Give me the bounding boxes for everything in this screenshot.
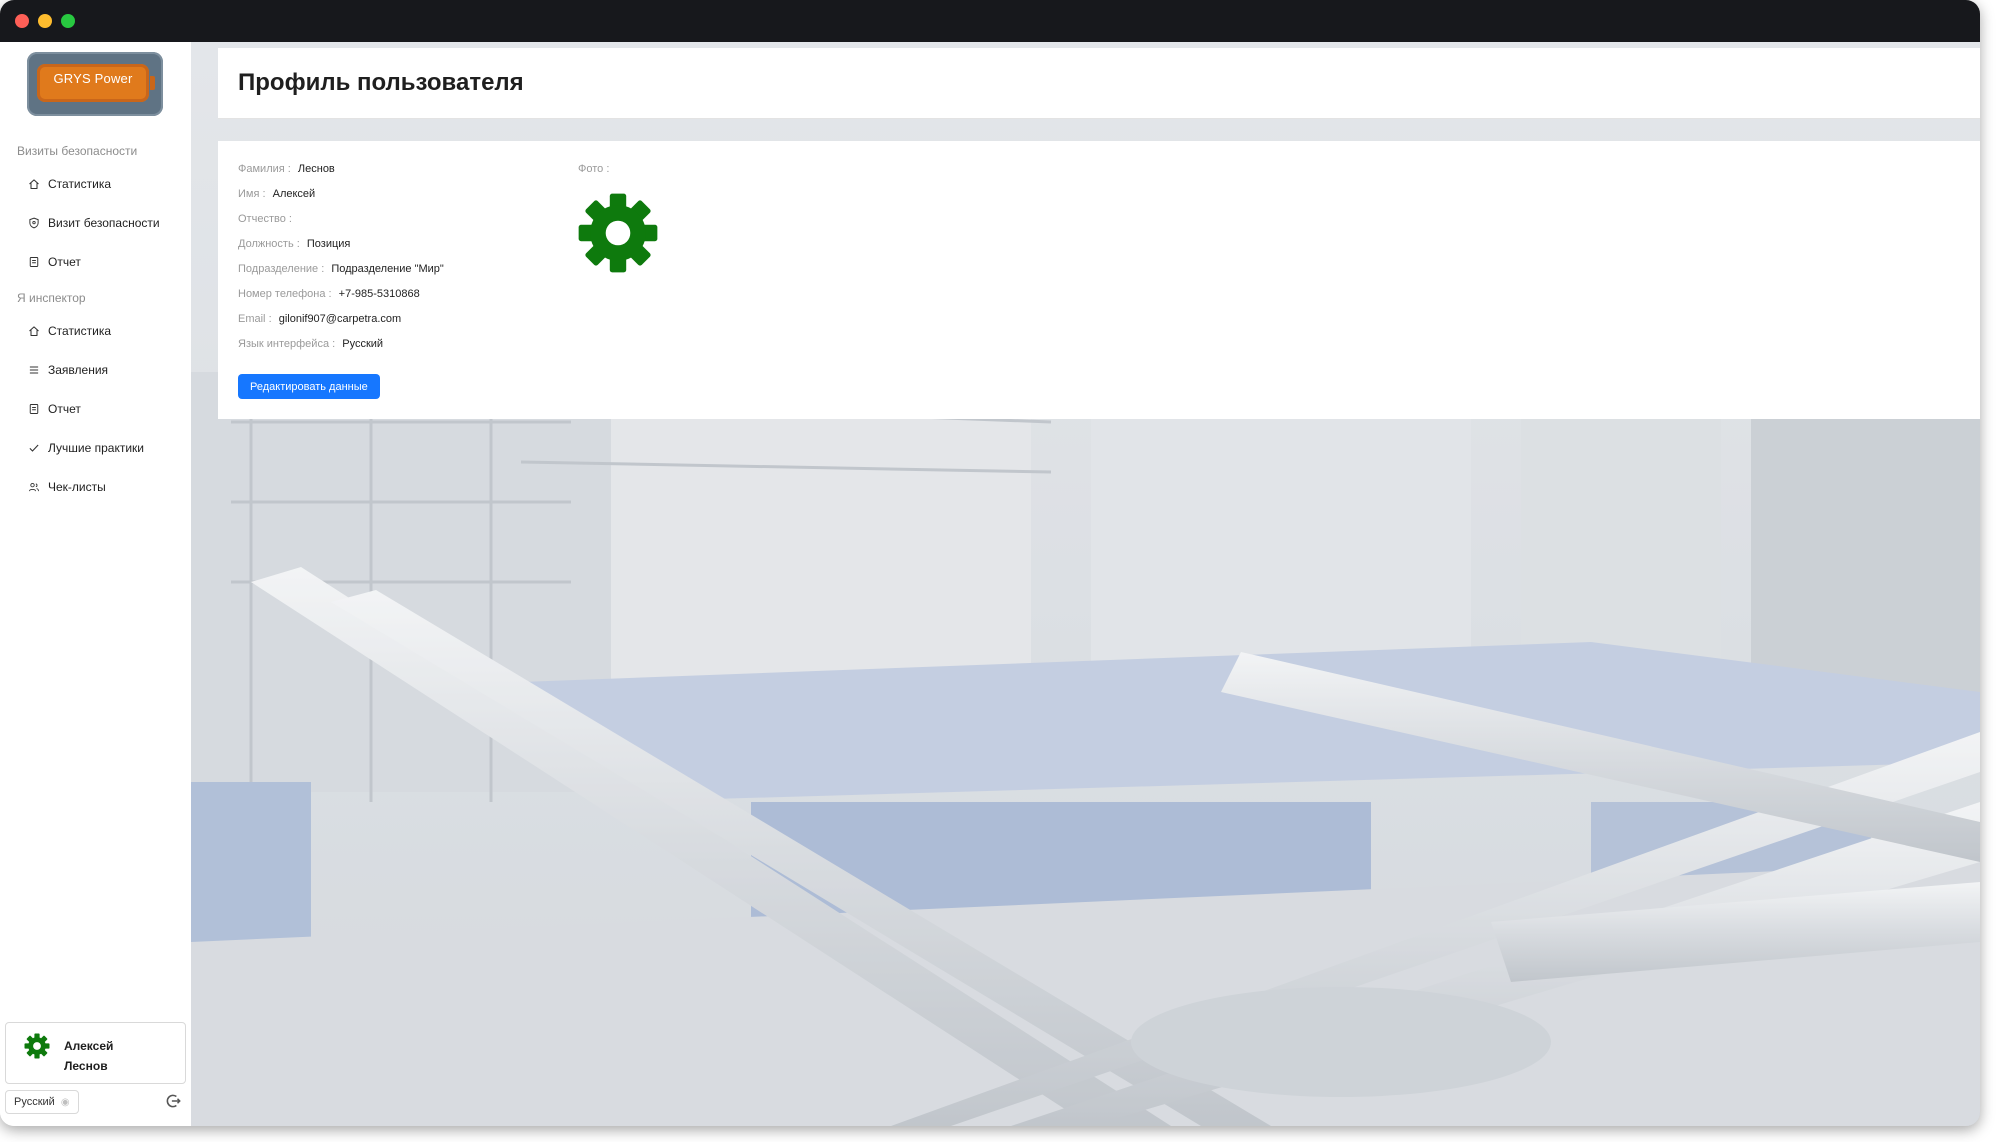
logout-icon[interactable]	[164, 1092, 182, 1110]
sidebar-item-safety-report[interactable]: Отчет	[26, 251, 81, 273]
profile-field-patronymic: Отчество :	[238, 213, 292, 225]
sidebar-item-label: Заявления	[48, 363, 109, 377]
field-label: Отчество	[238, 213, 286, 225]
field-value: Позиция	[306, 238, 351, 250]
check-icon	[26, 440, 42, 456]
field-label: Email	[238, 313, 266, 325]
section-label-safety-visits: Визиты безопасности	[17, 144, 138, 158]
sidebar-item-label: Отчет	[48, 255, 81, 269]
profile-field-last-name: Фамилия : Леснов	[238, 163, 335, 175]
field-value: Алексей	[272, 188, 316, 200]
list-icon	[26, 362, 42, 378]
field-label: Фамилия	[238, 163, 285, 175]
field-value: gilonif907@carpetra.com	[278, 313, 402, 325]
sidebar-item-label: Статистика	[48, 324, 112, 338]
profile-field-department: Подразделение : Подразделение "Мир"	[238, 263, 444, 275]
sidebar-item-safety-statistics[interactable]: Статистика	[26, 173, 111, 195]
field-label: Должность	[238, 238, 294, 250]
sidebar-item-statements[interactable]: Заявления	[26, 359, 108, 381]
page-header: Профиль пользователя	[218, 48, 1980, 119]
main-content: Профиль пользователя Фамилия : Леснов Им…	[191, 42, 1980, 1126]
close-window-button[interactable]	[15, 14, 29, 28]
sidebar-item-safety-visit[interactable]: Визит безопасности	[26, 212, 160, 234]
profile-field-position: Должность : Позиция	[238, 238, 351, 250]
field-value: Леснов	[297, 163, 335, 175]
sidebar-item-best-practices[interactable]: Лучшие практики	[26, 437, 144, 459]
shield-icon	[26, 215, 42, 231]
profile-field-interface-language: Язык интерфейса : Русский	[238, 338, 384, 350]
sidebar-item-inspector-statistics[interactable]: Статистика	[26, 320, 111, 342]
user-first-name: Алексей	[64, 1039, 114, 1053]
language-select-value: Русский	[14, 1096, 55, 1108]
gear-icon	[578, 193, 658, 273]
file-icon	[26, 401, 42, 417]
app-window: GRYS Power ​ Визиты безопасности Статист…	[0, 0, 1980, 1126]
gear-icon	[24, 1033, 50, 1059]
user-card[interactable]: Алексей Леснов	[5, 1022, 186, 1084]
window-titlebar	[0, 0, 1980, 42]
home-icon	[26, 323, 42, 339]
users-icon	[26, 479, 42, 495]
section-label-inspector: Я инспектор	[17, 291, 86, 305]
page-title: Профиль пользователя	[238, 69, 524, 96]
field-value: Русский	[342, 338, 384, 350]
field-value: Подразделение "Мир"	[331, 263, 444, 275]
sidebar-item-label: Чек-листы	[48, 480, 106, 494]
sidebar-item-label: Визит безопасности	[48, 216, 160, 230]
battery-logo-icon: GRYS Power ​	[37, 64, 155, 102]
user-last-name: Леснов	[64, 1059, 108, 1073]
file-icon	[26, 254, 42, 270]
photo-label: Фото :	[578, 163, 610, 175]
sidebar-item-label: Отчет	[48, 402, 81, 416]
edit-profile-button[interactable]: Редактировать данные	[238, 374, 380, 399]
profile-field-email: Email : gilonif907@carpetra.com	[238, 313, 402, 325]
language-select[interactable]: Русский ◉	[5, 1090, 79, 1114]
user-name: Алексей Леснов	[64, 1036, 113, 1076]
sidebar-item-label: Лучшие практики	[48, 441, 144, 455]
profile-field-phone: Номер телефона : +7-985-5310868	[238, 288, 420, 300]
profile-field-first-name: Имя : Алексей	[238, 188, 316, 200]
maximize-window-button[interactable]	[61, 14, 75, 28]
field-label: Язык интерфейса	[238, 338, 330, 350]
field-label: Имя	[238, 188, 260, 200]
home-icon	[26, 176, 42, 192]
globe-icon: ◉	[60, 1096, 70, 1108]
sidebar: GRYS Power ​ Визиты безопасности Статист…	[0, 42, 192, 1126]
app-logo[interactable]: GRYS Power ​	[27, 52, 163, 116]
field-label: Подразделение	[238, 263, 319, 275]
field-value: +7-985-5310868	[338, 288, 420, 300]
profile-card: Фамилия : Леснов Имя : Алексей Отчество …	[218, 141, 1980, 419]
sidebar-item-checklists[interactable]: Чек-листы	[26, 476, 106, 498]
minimize-window-button[interactable]	[38, 14, 52, 28]
sidebar-item-inspector-report[interactable]: Отчет	[26, 398, 81, 420]
logo-text: GRYS Power	[53, 71, 133, 86]
sidebar-item-label: Статистика	[48, 177, 112, 191]
field-label: Номер телефона	[238, 288, 326, 300]
